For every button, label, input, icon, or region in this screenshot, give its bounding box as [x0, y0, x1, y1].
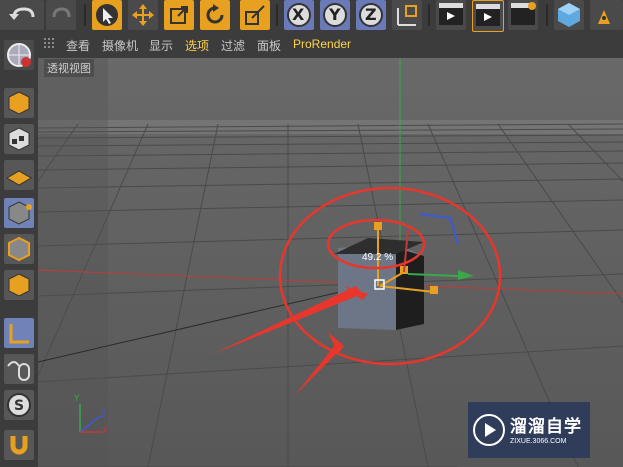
- x-axis-lock-button[interactable]: X: [284, 0, 314, 30]
- pen-tool-button[interactable]: [590, 0, 623, 30]
- model-mode-button[interactable]: [4, 88, 34, 118]
- axis-mode-button[interactable]: [4, 318, 34, 348]
- edges-mode-button[interactable]: [4, 234, 34, 264]
- redo-icon: [52, 7, 71, 18]
- move-tool-button[interactable]: [128, 0, 158, 30]
- grid-plane-icon: [6, 170, 32, 186]
- undo-button[interactable]: [0, 0, 44, 30]
- make-editable-button[interactable]: [4, 40, 34, 70]
- coordinate-system-button[interactable]: [392, 0, 422, 30]
- main-toolbar: X Y Z: [0, 0, 623, 32]
- toolbar-separator: [276, 4, 278, 26]
- left-tool-palette: S: [0, 32, 38, 467]
- watermark-logo-icon: [473, 414, 505, 446]
- pen-icon: [598, 10, 610, 24]
- toolbar-separator: [428, 4, 430, 26]
- menu-view[interactable]: 查看: [66, 37, 90, 54]
- y-axis-lock-button[interactable]: Y: [320, 0, 350, 30]
- perspective-viewport[interactable]: 查看 摄像机 显示 选项 过滤 面板 ProRender 透视视图 49.2 %…: [38, 32, 623, 467]
- y-axis-label: Y: [329, 5, 341, 24]
- clapboard-icon: [476, 4, 500, 26]
- polygons-cube-icon: [8, 273, 30, 297]
- select-tool-button[interactable]: [92, 0, 122, 30]
- magnet-icon: [10, 436, 28, 455]
- axis-gizmo-y-label: Y: [74, 394, 80, 404]
- texture-mode-button[interactable]: [4, 124, 34, 154]
- axis-gizmo-z-label: Z: [100, 410, 107, 420]
- mouse-icon: [7, 361, 30, 381]
- toolbar-separator: [84, 4, 86, 26]
- edges-cube-icon: [8, 236, 30, 262]
- magnet-button[interactable]: [4, 430, 34, 460]
- clapboard-gear-icon: [511, 2, 536, 25]
- polygons-mode-button[interactable]: [4, 270, 34, 300]
- menu-display[interactable]: 显示: [149, 37, 173, 54]
- cube-icon: [558, 3, 580, 27]
- globe-icon: [7, 43, 31, 67]
- x-axis-label: X: [292, 5, 305, 24]
- clapboard-icon: [439, 3, 463, 25]
- workplane-button[interactable]: [4, 160, 34, 190]
- points-cube-icon: [8, 201, 32, 225]
- axis-icon: [9, 324, 29, 344]
- render-settings-button[interactable]: [508, 0, 538, 30]
- cube-object-button[interactable]: [554, 0, 584, 30]
- snap-button[interactable]: S: [4, 390, 34, 420]
- tweak-mode-button[interactable]: [4, 354, 34, 384]
- redo-button[interactable]: [46, 0, 76, 30]
- watermark-url: ZIXUE.3066.COM: [510, 438, 567, 445]
- watermark: 溜溜自学 ZIXUE.3066.COM: [468, 402, 590, 458]
- menu-prorender[interactable]: ProRender: [293, 37, 351, 51]
- scale-icon: [170, 6, 188, 24]
- cube-outline-icon: [8, 91, 30, 115]
- menu-options[interactable]: 选项: [185, 37, 209, 54]
- menu-filter[interactable]: 过滤: [221, 37, 245, 54]
- render-view-button[interactable]: [436, 0, 466, 30]
- watermark-title: 溜溜自学: [510, 417, 582, 436]
- coordinate-system-icon: [397, 5, 417, 26]
- menu-panel[interactable]: 面板: [257, 37, 281, 54]
- render-picture-viewer-button[interactable]: [472, 0, 504, 32]
- drag-handle-icon[interactable]: [44, 38, 58, 52]
- transform-icon: [245, 5, 265, 25]
- viewport-menubar: 查看 摄像机 显示 选项 过滤 面板 ProRender: [38, 32, 623, 58]
- menu-camera[interactable]: 摄像机: [102, 37, 138, 54]
- transform-tool-button[interactable]: [240, 0, 270, 30]
- z-axis-label: Z: [365, 5, 377, 24]
- rotate-tool-button[interactable]: [200, 0, 230, 30]
- cursor-icon: [96, 4, 118, 26]
- rotate-icon: [206, 4, 224, 24]
- checker-cube-icon: [8, 127, 30, 151]
- undo-icon: [9, 7, 35, 20]
- snap-s-icon: S: [7, 393, 31, 417]
- scale-percentage-readout: 49.2 %: [362, 252, 394, 263]
- points-mode-button[interactable]: [4, 198, 34, 228]
- svg-text:S: S: [14, 398, 24, 414]
- move-icon: [132, 4, 154, 26]
- toolbar-separator: [546, 4, 548, 26]
- z-axis-lock-button[interactable]: Z: [356, 0, 386, 30]
- viewport-title: 透视视图: [44, 59, 94, 77]
- scale-tool-button[interactable]: [164, 0, 194, 30]
- axis-gizmo-x-label: X: [102, 426, 109, 436]
